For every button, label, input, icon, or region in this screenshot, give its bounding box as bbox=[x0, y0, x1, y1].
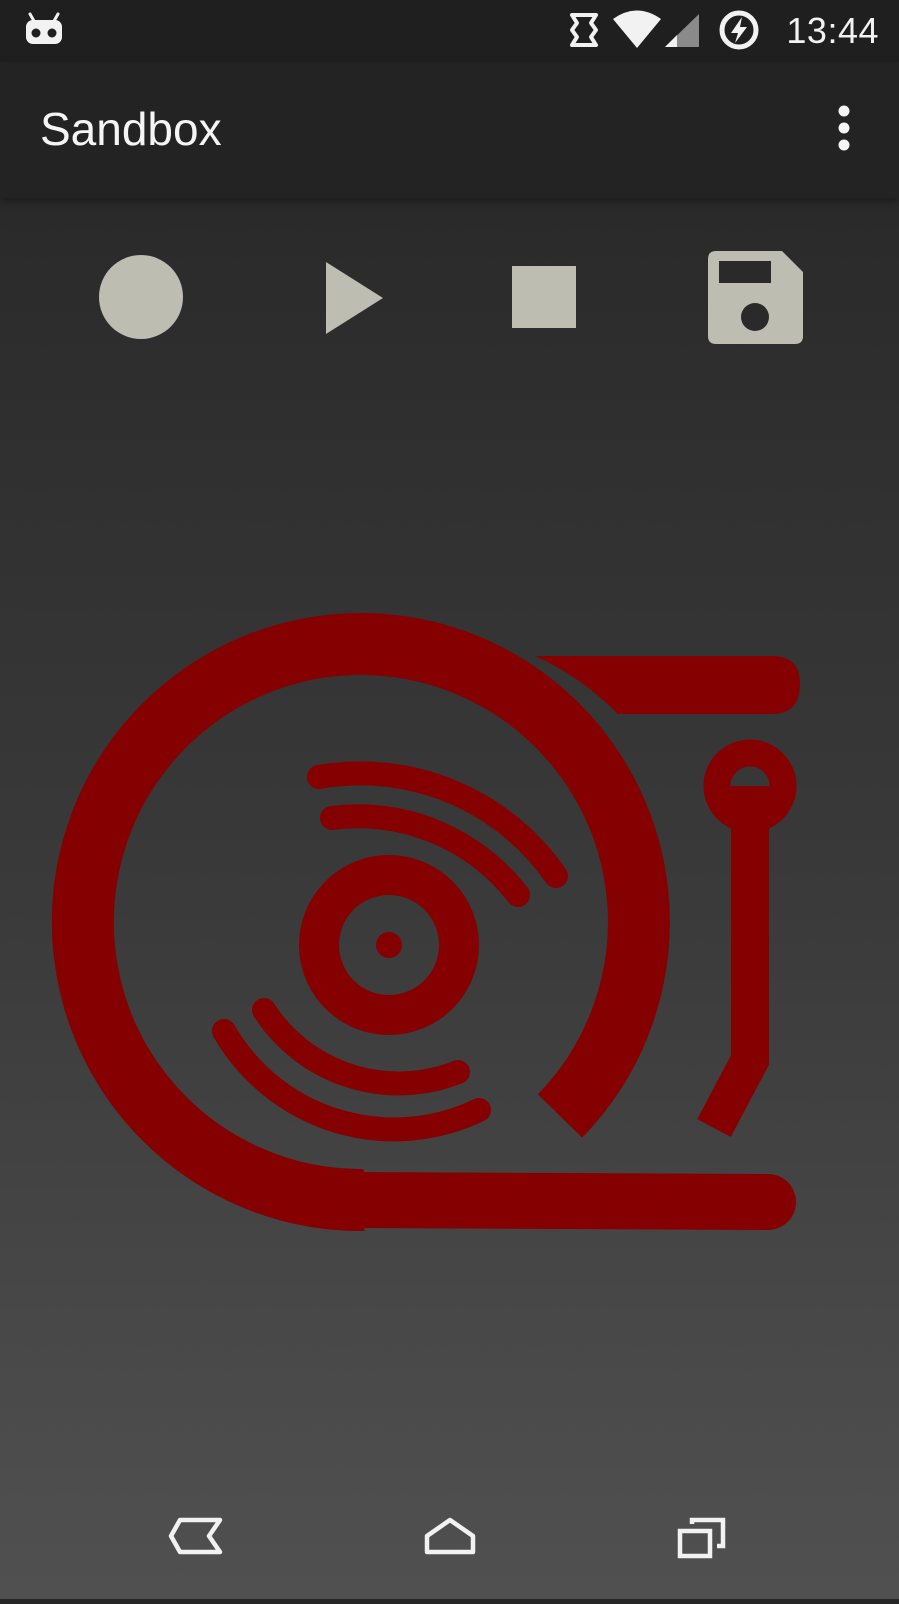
turntable-icon bbox=[51, 613, 800, 1232]
recents-icon bbox=[677, 1517, 726, 1559]
home-icon bbox=[424, 1517, 476, 1555]
home-button[interactable] bbox=[390, 1470, 510, 1599]
navigation-bar bbox=[0, 1470, 899, 1599]
back-button[interactable] bbox=[140, 1470, 260, 1599]
recents-button[interactable] bbox=[640, 1470, 760, 1599]
back-icon bbox=[168, 1517, 223, 1555]
